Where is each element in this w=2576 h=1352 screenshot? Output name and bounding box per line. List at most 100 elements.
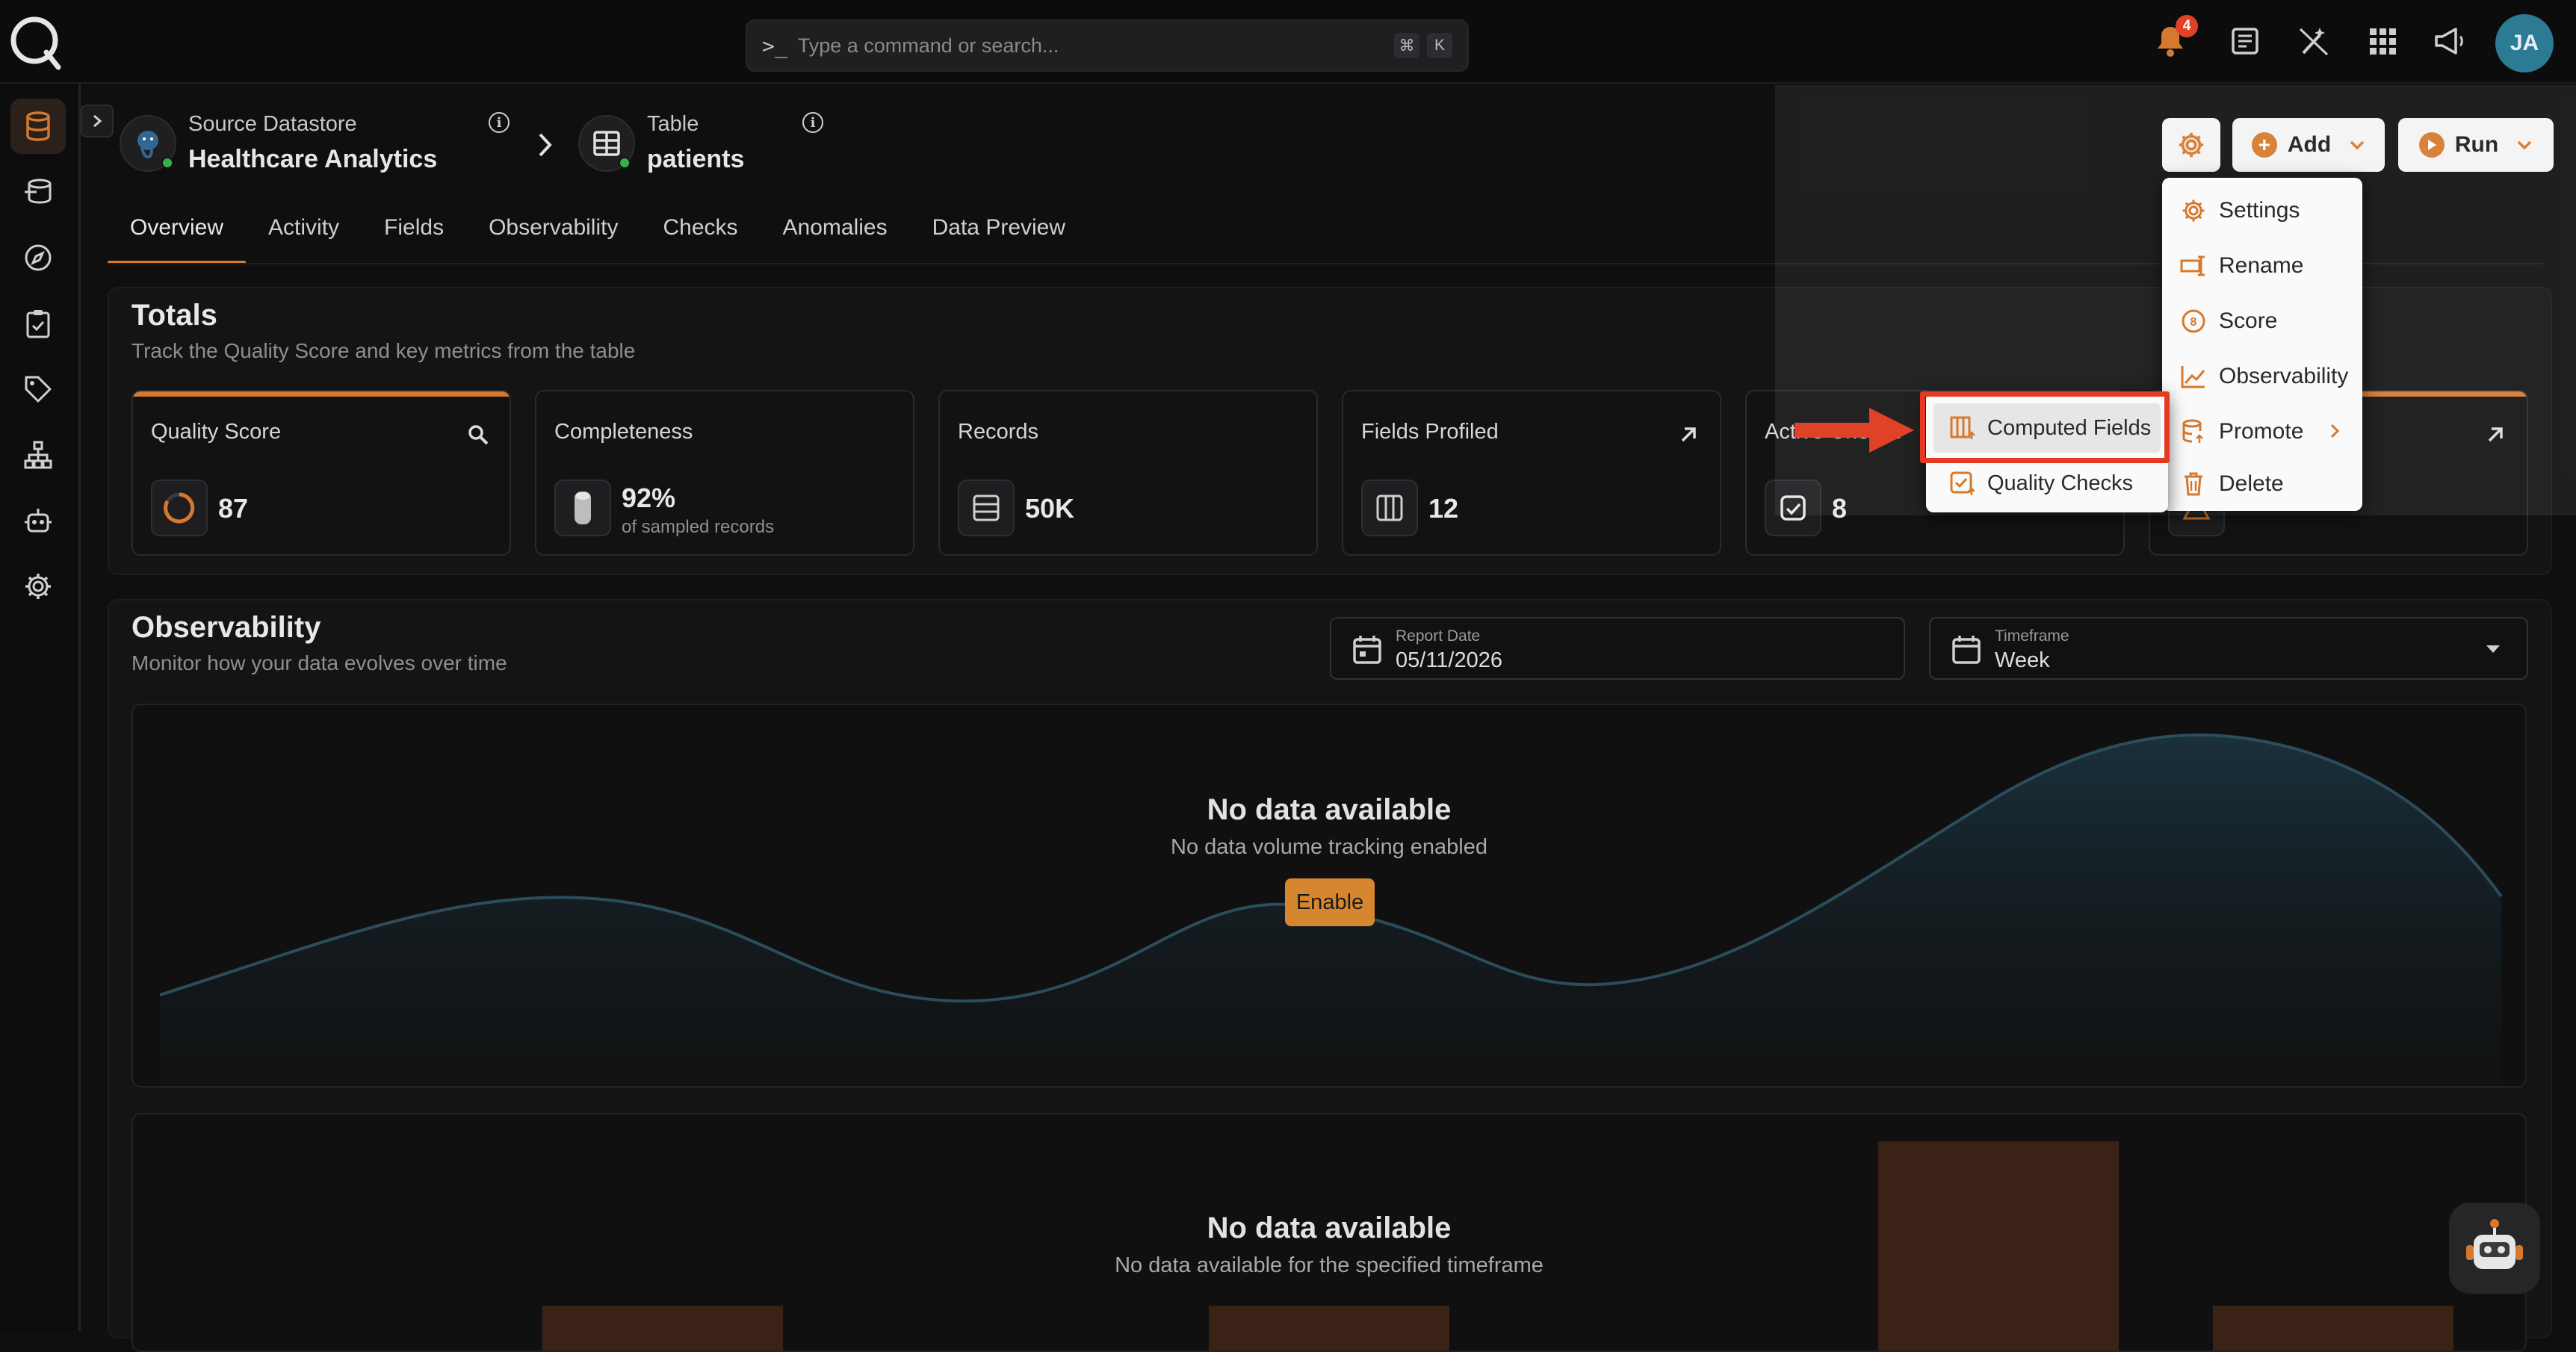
menu-item-label: Rename bbox=[2219, 253, 2304, 278]
records-icon bbox=[958, 480, 1015, 536]
calendar-icon bbox=[1952, 636, 1981, 664]
no-data-subtitle: No data volume tracking enabled bbox=[1171, 835, 1487, 859]
trash-icon bbox=[2179, 469, 2208, 499]
submenu-item-quality-checks[interactable]: Quality Checks bbox=[1933, 459, 2161, 508]
magic-wand-off-icon[interactable] bbox=[2295, 22, 2332, 60]
no-data-title: No data available bbox=[1207, 1212, 1452, 1244]
table-status-dot bbox=[619, 157, 631, 169]
gear-icon bbox=[2179, 196, 2208, 226]
datastore-info-icon[interactable]: i bbox=[489, 112, 510, 133]
sidebar-item-checks[interactable] bbox=[10, 296, 66, 351]
compass-icon bbox=[25, 244, 52, 271]
docs-icon[interactable] bbox=[2226, 22, 2264, 60]
menu-item-settings[interactable]: Settings bbox=[2162, 184, 2362, 238]
shortcut-key-k: K bbox=[1427, 33, 1452, 58]
menu-item-label: Observability bbox=[2219, 364, 2349, 388]
chevron-right-icon bbox=[2330, 424, 2340, 438]
menu-item-label: Settings bbox=[2219, 198, 2300, 223]
calendar-icon bbox=[1353, 636, 1381, 664]
command-search-input[interactable]: >_ Type a command or search... ⌘ K bbox=[746, 19, 1469, 72]
enable-volume-tracking-button[interactable]: Enable bbox=[1285, 878, 1375, 926]
app-logo-icon[interactable] bbox=[7, 13, 64, 70]
tab-observability[interactable]: Observability bbox=[466, 200, 640, 264]
placeholder-bar bbox=[2213, 1306, 2453, 1351]
card-value: 50K bbox=[1025, 493, 1075, 524]
score-badge-icon: 8 bbox=[2179, 306, 2208, 336]
volume-chart-placeholder: No data available No data volume trackin… bbox=[131, 704, 2527, 1088]
menu-item-score[interactable]: 8 Score bbox=[2162, 294, 2362, 348]
tab-fields[interactable]: Fields bbox=[362, 200, 466, 264]
totals-subtitle: Track the Quality Score and key metrics … bbox=[131, 339, 636, 362]
user-avatar[interactable]: JA bbox=[2495, 14, 2554, 72]
robot-icon bbox=[25, 509, 52, 533]
card-value: 92% bbox=[622, 483, 676, 513]
report-date-value: 05/11/2026 bbox=[1396, 648, 1502, 672]
dropdown-caret-icon bbox=[2486, 645, 2500, 653]
menu-item-rename[interactable]: Rename bbox=[2162, 239, 2362, 293]
sidebar-item-agents[interactable] bbox=[10, 493, 66, 548]
sidebar-item-flows[interactable] bbox=[10, 427, 66, 483]
notification-count-badge: 4 bbox=[2176, 15, 2198, 37]
menu-item-label: Promote bbox=[2219, 419, 2304, 444]
announcements-megaphone-icon[interactable] bbox=[2431, 22, 2468, 60]
placeholder-bar bbox=[542, 1306, 783, 1351]
no-data-title: No data available bbox=[1207, 793, 1452, 826]
annotation-arrow-icon bbox=[1795, 408, 1914, 453]
fields-profiled-card[interactable]: Fields Profiled 12 bbox=[1342, 390, 1721, 556]
tab-anomalies[interactable]: Anomalies bbox=[761, 200, 910, 264]
connection-status-dot bbox=[161, 157, 173, 169]
timeframe-select[interactable]: Timeframe Week bbox=[1929, 617, 2528, 680]
card-title: Quality Score bbox=[151, 420, 282, 444]
records-card: Records 50K bbox=[938, 390, 1318, 556]
observability-subtitle: Monitor how your data evolves over time bbox=[131, 651, 507, 675]
card-value: 87 bbox=[218, 493, 249, 524]
assistant-bot-button[interactable] bbox=[2449, 1203, 2540, 1294]
card-title: Completeness bbox=[554, 420, 693, 444]
clipboard-check-icon bbox=[26, 310, 50, 338]
totals-title: Totals bbox=[131, 299, 217, 332]
tag-icon bbox=[25, 376, 52, 403]
placeholder-bar bbox=[1209, 1306, 1449, 1351]
quality-score-card[interactable]: Quality Score 87 bbox=[131, 390, 511, 556]
quality-check-icon bbox=[1947, 468, 1977, 498]
datastore-name[interactable]: Healthcare Analytics bbox=[188, 145, 437, 174]
menu-item-delete[interactable]: Delete bbox=[2162, 457, 2362, 511]
menu-item-promote[interactable]: Promote bbox=[2162, 405, 2362, 459]
menu-item-label: Delete bbox=[2219, 471, 2284, 496]
table-name: patients bbox=[647, 145, 745, 173]
menu-item-observability[interactable]: Observability bbox=[2162, 350, 2362, 403]
submenu-item-label: Quality Checks bbox=[1987, 471, 2134, 495]
search-icon[interactable] bbox=[466, 423, 490, 447]
sidebar-item-enrichment[interactable] bbox=[10, 164, 66, 220]
sidebar-item-settings[interactable] bbox=[10, 559, 66, 614]
sidebar-item-tags[interactable] bbox=[10, 362, 66, 417]
freshness-chart-placeholder: No data available No data available for … bbox=[131, 1113, 2527, 1352]
tab-activity[interactable]: Activity bbox=[246, 200, 362, 264]
observability-title: Observability bbox=[131, 611, 321, 644]
apps-grid-icon[interactable] bbox=[2364, 22, 2401, 60]
timeframe-label: Timeframe bbox=[1995, 627, 2069, 645]
notifications-bell-icon[interactable]: 4 bbox=[2152, 15, 2198, 60]
tab-checks[interactable]: Checks bbox=[640, 200, 760, 264]
completeness-card: Completeness 92% of sampled records bbox=[535, 390, 914, 556]
cylinder-icon bbox=[554, 480, 611, 536]
search-placeholder: Type a command or search... bbox=[797, 34, 1059, 57]
sidebar-item-datastores[interactable] bbox=[10, 99, 66, 154]
card-value: 12 bbox=[1428, 493, 1459, 524]
sidebar-expand-button[interactable] bbox=[81, 105, 114, 137]
top-bar: >_ Type a command or search... ⌘ K 4 JA bbox=[0, 0, 2576, 84]
database-arrow-icon bbox=[25, 179, 52, 204]
tab-data-preview[interactable]: Data Preview bbox=[910, 200, 1088, 264]
hierarchy-icon bbox=[24, 441, 52, 469]
terminal-prompt-icon: >_ bbox=[762, 33, 787, 58]
card-subtitle: of sampled records bbox=[622, 517, 775, 537]
arrow-up-right-icon[interactable] bbox=[1676, 423, 1700, 447]
card-accent-bar bbox=[133, 391, 510, 397]
chevron-right-icon bbox=[93, 114, 102, 128]
report-date-field[interactable]: Report Date 05/11/2026 bbox=[1330, 617, 1905, 680]
score-ring-icon bbox=[151, 480, 208, 536]
tab-overview[interactable]: Overview bbox=[108, 200, 247, 264]
sidebar bbox=[0, 84, 81, 1331]
sidebar-item-explore[interactable] bbox=[10, 230, 66, 285]
table-info-icon[interactable]: i bbox=[802, 112, 823, 133]
